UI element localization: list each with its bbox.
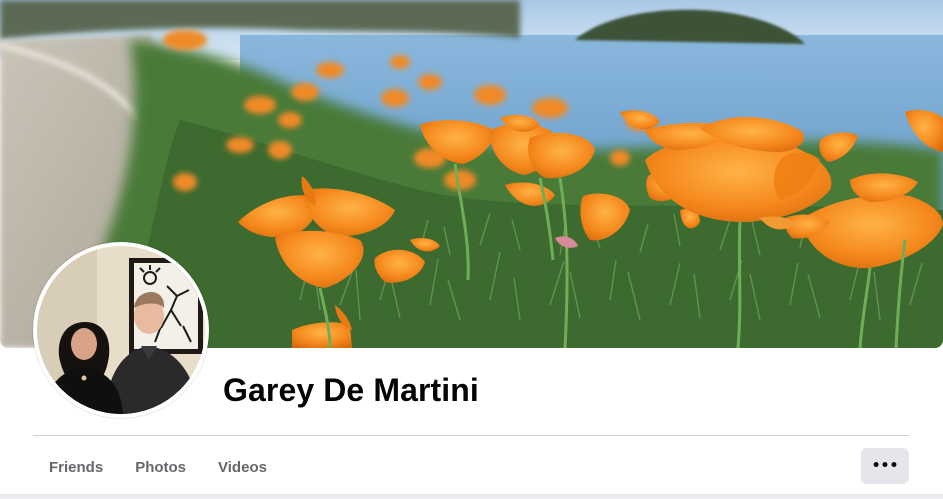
profile-avatar[interactable] [33, 242, 209, 418]
profile-name: Garey De Martini [223, 372, 479, 408]
profile-photo [37, 246, 205, 414]
more-horizontal-icon: ••• [871, 458, 899, 474]
tab-friends[interactable]: Friends [33, 442, 119, 492]
section-shadow [0, 494, 943, 499]
tab-photos[interactable]: Photos [119, 442, 202, 492]
tab-videos[interactable]: Videos [202, 442, 283, 492]
more-options-button[interactable]: ••• [861, 448, 909, 484]
profile-tabs: Friends Photos Videos [33, 442, 283, 492]
profile-photo-image [37, 246, 205, 414]
header-divider [33, 435, 909, 436]
